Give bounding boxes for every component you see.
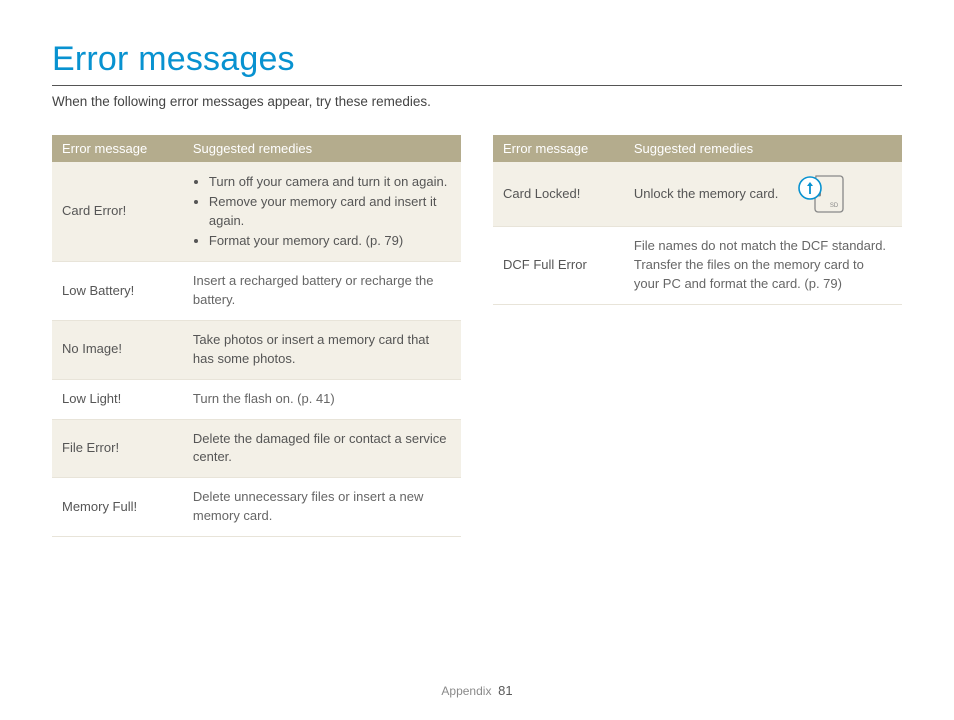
list-item: Remove your memory card and insert it ag… <box>209 193 451 231</box>
list-item: Turn off your camera and turn it on agai… <box>209 173 451 192</box>
col-header-error: Error message <box>493 135 624 162</box>
table-row: Memory Full! Delete unnecessary files or… <box>52 478 461 537</box>
error-cell: Low Light! <box>52 379 183 419</box>
table-row: Card Error! Turn off your camera and tur… <box>52 162 461 262</box>
error-cell: No Image! <box>52 321 183 380</box>
page-content: Error messages When the following error … <box>0 0 954 537</box>
table-row: Low Light! Turn the flash on. (p. 41) <box>52 379 461 419</box>
error-cell: Card Locked! <box>493 162 624 227</box>
left-column: Error message Suggested remedies Card Er… <box>52 135 461 537</box>
col-header-remedy: Suggested remedies <box>183 135 461 162</box>
remedy-cell: Unlock the memory card. SD <box>624 162 902 227</box>
remedy-list: Turn off your camera and turn it on agai… <box>193 173 451 250</box>
table-row: Low Battery! Insert a recharged battery … <box>52 262 461 321</box>
intro-text: When the following error messages appear… <box>52 94 902 109</box>
error-cell: Low Battery! <box>52 262 183 321</box>
error-cell: DCF Full Error <box>493 227 624 305</box>
list-item: Format your memory card. (p. 79) <box>209 232 451 251</box>
col-header-error: Error message <box>52 135 183 162</box>
remedy-cell: Take photos or insert a memory card that… <box>183 321 461 380</box>
table-row: No Image! Take photos or insert a memory… <box>52 321 461 380</box>
remedy-cell: Insert a recharged battery or recharge t… <box>183 262 461 321</box>
error-table-left: Error message Suggested remedies Card Er… <box>52 135 461 537</box>
remedy-cell: File names do not match the DCF standard… <box>624 227 902 305</box>
footer-section: Appendix <box>441 684 491 698</box>
remedy-cell: Delete the damaged file or contact a ser… <box>183 419 461 478</box>
right-column: Error message Suggested remedies Card Lo… <box>493 135 902 537</box>
remedy-cell: Turn off your camera and turn it on agai… <box>183 162 461 262</box>
sd-card-unlock-icon: SD <box>788 172 848 216</box>
content-columns: Error message Suggested remedies Card Er… <box>52 135 902 537</box>
error-cell: Memory Full! <box>52 478 183 537</box>
sd-label: SD <box>830 203 839 209</box>
title-rule <box>52 85 902 86</box>
page-title: Error messages <box>52 40 902 85</box>
table-row: Card Locked! Unlock the memory card. <box>493 162 902 227</box>
remedy-text: Unlock the memory card. <box>634 185 779 204</box>
table-row: DCF Full Error File names do not match t… <box>493 227 902 305</box>
error-cell: Card Error! <box>52 162 183 262</box>
error-cell: File Error! <box>52 419 183 478</box>
remedy-cell: Turn the flash on. (p. 41) <box>183 379 461 419</box>
page-footer: Appendix 81 <box>0 683 954 698</box>
footer-page-number: 81 <box>498 683 512 698</box>
col-header-remedy: Suggested remedies <box>624 135 902 162</box>
table-row: File Error! Delete the damaged file or c… <box>52 419 461 478</box>
remedy-cell: Delete unnecessary files or insert a new… <box>183 478 461 537</box>
error-table-right: Error message Suggested remedies Card Lo… <box>493 135 902 305</box>
